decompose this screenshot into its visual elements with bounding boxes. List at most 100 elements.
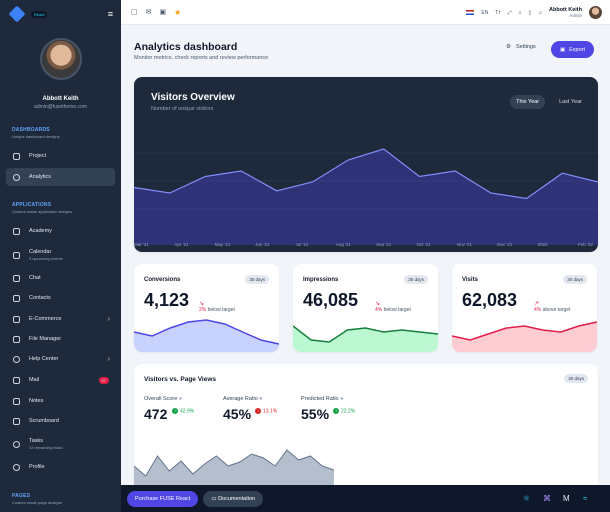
cloud-icon xyxy=(13,335,20,343)
tab-this-year[interactable]: This Year xyxy=(510,95,546,109)
sidebar-item-profile[interactable]: Profile xyxy=(6,458,115,476)
impressions-card: Impressions 30 days 46,085 ↘ 4% below tar… xyxy=(293,264,438,352)
view-boards-icon xyxy=(13,417,20,425)
menu-icon[interactable]: ≡ xyxy=(108,9,113,19)
settings-button[interactable]: ⚙ Settings xyxy=(506,44,536,50)
sidebar-item-tasks[interactable]: Tasks 12 remaining tasks xyxy=(6,433,115,455)
fullscreen-icon[interactable]: ⤢ xyxy=(508,10,512,16)
section-subtitle: Custom made page designs xyxy=(12,500,62,505)
x-tick-label: Jun '21 xyxy=(255,242,270,247)
academic-cap-icon xyxy=(13,227,20,235)
section-pages: PAGES Custom made page designs xyxy=(12,493,62,505)
sidebar-item-file-manager[interactable]: File Manager xyxy=(6,330,115,348)
sidebar: React ≡ Abbott Keith admin@fusetheme.com… xyxy=(0,0,121,512)
flag-us-icon[interactable] xyxy=(466,10,475,15)
language-selector[interactable]: EN xyxy=(481,10,488,16)
metric-label: Overall Score ● xyxy=(144,396,183,402)
mail-count-badge: 27 xyxy=(98,376,109,384)
x-tick-label: May '21 xyxy=(214,242,231,247)
sidebar-item-ecommerce[interactable]: E-Commerce › xyxy=(6,310,115,328)
x-tick-label: Nov '21 xyxy=(456,242,473,247)
sidebar-item-label: Calendar xyxy=(29,249,52,255)
user-role: Admin xyxy=(569,13,582,18)
x-tick-label: Sep '21 xyxy=(376,242,392,247)
export-button[interactable]: ▣ Export xyxy=(551,41,594,58)
settings-label: Settings xyxy=(515,44,536,50)
period-badge[interactable]: 30 days xyxy=(245,275,269,284)
chevron-right-icon: › xyxy=(107,315,110,323)
metric-change: ↑ 42.9% xyxy=(172,408,195,415)
visits-sparkline xyxy=(452,321,597,352)
mail-icon[interactable]: ✉ xyxy=(146,8,152,16)
page-title: Analytics dashboard xyxy=(134,41,238,53)
sidebar-item-sublabel: 12 remaining tasks xyxy=(29,445,63,450)
avatar[interactable] xyxy=(589,6,602,19)
card-title: Conversions xyxy=(144,277,181,283)
sidebar-item-label: Help Center xyxy=(29,356,59,362)
sidebar-item-mail[interactable]: Mail 27 xyxy=(6,371,115,389)
visitors-area-chart xyxy=(134,148,598,245)
sidebar-item-help-center[interactable]: Help Center › xyxy=(6,350,115,368)
section-subtitle: Unique dashboard designs xyxy=(12,134,60,139)
clipboard-icon xyxy=(13,152,20,160)
info-icon: ● xyxy=(340,396,344,402)
tailwind-icon: ≈ xyxy=(583,494,588,503)
briefcase-icon[interactable]: ▣ xyxy=(160,8,167,16)
card-subtitle: Number of unique visitors xyxy=(151,106,214,112)
period-badge[interactable]: 30 days xyxy=(564,374,588,383)
sidebar-item-label: Project xyxy=(29,153,47,159)
sidebar-item-sublabel: 3 upcoming events xyxy=(29,256,63,261)
chat-icon xyxy=(13,274,20,282)
tab-last-year[interactable]: Last Year xyxy=(553,95,588,109)
bookmark-icon[interactable]: ▯ xyxy=(528,10,531,16)
chart-pie-icon xyxy=(13,173,20,181)
period-badge[interactable]: 30 days xyxy=(404,275,428,284)
sidebar-item-label: Profile xyxy=(29,464,45,470)
user-name: Abbott Keith xyxy=(42,96,79,102)
sidebar-item-project[interactable]: Project xyxy=(6,147,115,165)
stat-value: 46,085 xyxy=(303,290,359,310)
redux-icon: ⌘ xyxy=(543,494,551,503)
framework-badge: React xyxy=(31,10,48,18)
metric-change: ↑ 22.2% xyxy=(333,408,356,415)
font-size-icon[interactable]: Tт xyxy=(495,10,500,16)
section-title: PAGES xyxy=(12,493,31,499)
sidebar-item-calendar[interactable]: Calendar 3 upcoming events xyxy=(6,244,115,266)
sparkline-area xyxy=(134,320,279,352)
sidebar-item-scrumboard[interactable]: Scrumboard xyxy=(6,412,115,430)
sidebar-item-label: E-Commerce xyxy=(29,316,62,322)
arrow-down-icon: ↓ xyxy=(255,408,261,414)
gear-icon: ⚙ xyxy=(506,44,511,50)
sidebar-item-chat[interactable]: Chat xyxy=(6,269,115,287)
search-icon[interactable]: ⌕ xyxy=(519,10,522,16)
sidebar-item-academy[interactable]: Academy xyxy=(6,222,115,240)
calendar-icon xyxy=(13,251,20,259)
sidebar-item-label: Notes xyxy=(29,398,44,404)
documentation-button[interactable]: ▭ Documentation xyxy=(203,490,264,507)
visits-card: Visits 30 days 62,083 ↗ 4% above target xyxy=(452,264,597,352)
page-subtitle: Monitor metrics, check reports and revie… xyxy=(134,55,269,61)
calendar-icon[interactable]: ▢ xyxy=(131,8,138,16)
sparkline-area xyxy=(293,326,438,352)
section-applications: APPLICATIONS Custom made application des… xyxy=(12,202,72,214)
sidebar-item-label: Scrumboard xyxy=(29,418,59,424)
star-icon[interactable]: ★ xyxy=(174,8,181,17)
user-menu[interactable]: Abbott Keith Admin xyxy=(549,7,582,18)
card-title: Visits xyxy=(462,277,478,283)
sidebar-item-contacts[interactable]: Contacts xyxy=(6,289,115,307)
visitors-overview-card: Visitors Overview Number of unique visit… xyxy=(134,77,598,252)
avatar xyxy=(39,38,82,80)
sidebar-item-notes[interactable]: Notes xyxy=(6,392,115,410)
save-icon: ▣ xyxy=(559,46,566,53)
bell-icon[interactable]: ♫ xyxy=(538,10,542,16)
pencil-icon xyxy=(13,397,20,405)
conversions-card: Conversions 30 days 4,123 ↘ 2% below targ… xyxy=(134,264,279,352)
arrow-up-icon: ↑ xyxy=(333,408,339,414)
info-icon: ● xyxy=(178,396,183,402)
purchase-button[interactable]: Purchase FUSE React xyxy=(127,490,199,507)
sidebar-item-analytics[interactable]: Analytics xyxy=(6,168,115,186)
period-badge[interactable]: 30 days xyxy=(563,275,587,284)
info-icon: ● xyxy=(259,396,263,402)
user-email: admin@fusetheme.com xyxy=(34,104,87,110)
year-tabs: This Year Last Year xyxy=(510,95,588,109)
